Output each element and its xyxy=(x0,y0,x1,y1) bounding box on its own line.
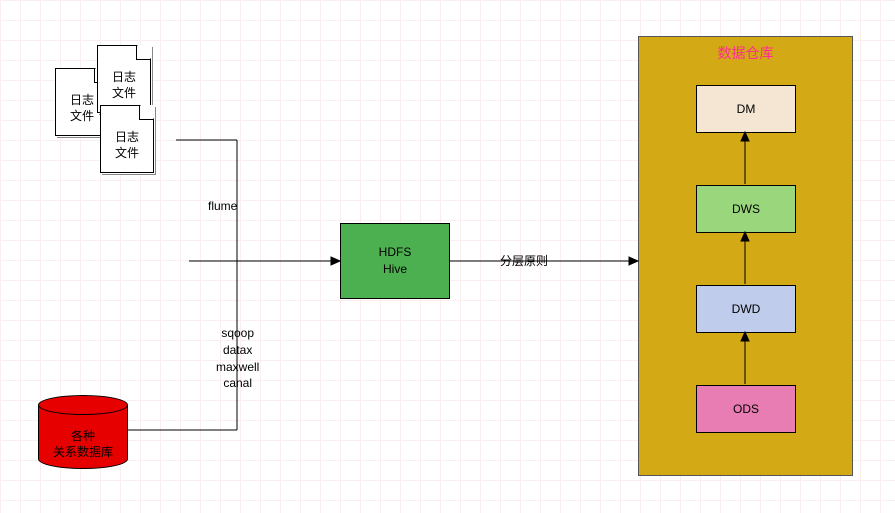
log-file-doc: 日志文件 xyxy=(97,45,151,113)
rdbms-cylinder: 各种关系数据库 xyxy=(38,395,128,475)
log-file-label: 日志文件 xyxy=(98,70,150,101)
warehouse-title: 数据仓库 xyxy=(639,43,852,63)
sqoop-label: sqoopdataxmaxwellcanal xyxy=(216,325,259,392)
ods-layer: ODS xyxy=(696,385,796,433)
log-file-label: 日志文件 xyxy=(101,130,153,161)
dm-layer: DM xyxy=(696,85,796,133)
layer-rule-label: 分层原则 xyxy=(500,253,548,270)
hdfs-label: HDFSHive xyxy=(379,244,412,278)
hdfs-hive-box: HDFSHive xyxy=(340,223,450,299)
flume-label: flume xyxy=(208,198,237,215)
rdbms-label: 各种关系数据库 xyxy=(38,429,128,460)
dws-layer: DWS xyxy=(696,185,796,233)
log-file-doc: 日志文件 xyxy=(100,105,154,173)
data-warehouse-container: 数据仓库 DM DWS DWD ODS xyxy=(638,36,853,476)
dwd-layer: DWD xyxy=(696,285,796,333)
